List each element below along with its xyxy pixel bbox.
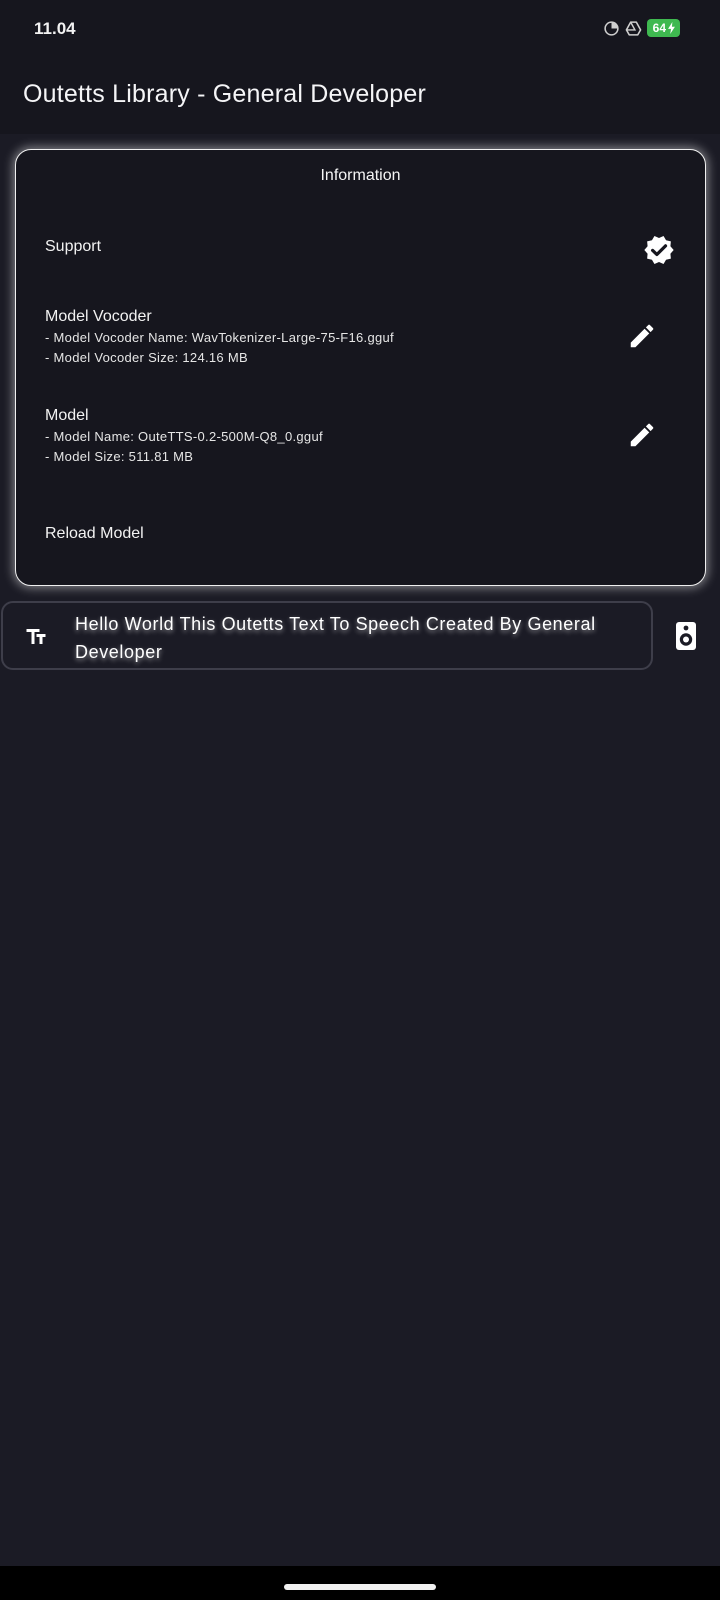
battery-icon: 64 [646,19,680,37]
card-title: Information [320,167,401,184]
text-fields-icon [26,629,46,644]
status-icons: 64 [603,19,680,37]
model-label: Model [45,407,89,424]
reload-model-label: Reload Model [45,525,144,542]
home-handle[interactable] [284,1584,436,1590]
edit-icon[interactable] [627,420,657,450]
timer-icon [603,20,619,36]
model-vocoder-name: - Model Vocoder Name: WavTokenizer-Large… [45,330,394,345]
model-vocoder-size: - Model Vocoder Size: 124.16 MB [45,350,248,365]
drive-icon [625,20,642,36]
speaker-icon[interactable] [675,621,697,651]
app-bar: Outetts Library - General Developer [0,58,720,134]
model-size: - Model Size: 511.81 MB [45,449,194,464]
information-card: Information Support Model Vocoder - Mode… [15,149,706,586]
tts-text-input[interactable]: Hello World This Outetts Text To Speech … [1,601,653,670]
tts-input-value[interactable]: Hello World This Outetts Text To Speech … [75,610,635,666]
battery-level: 64 [652,21,666,35]
status-time: 11.04 [34,19,76,38]
support-row[interactable]: Support [16,220,705,280]
navigation-bar [0,1566,720,1600]
model-name: - Model Name: OuteTTS-0.2-500M-Q8_0.gguf [45,429,323,444]
support-label: Support [45,238,102,255]
app-title: Outetts Library - General Developer [23,80,427,108]
verified-badge-icon[interactable] [643,234,675,266]
model-vocoder-label: Model Vocoder [45,308,152,325]
model-vocoder-row[interactable]: Model Vocoder - Model Vocoder Name: WavT… [16,300,705,380]
status-bar: 11.04 64 [0,0,720,58]
charging-icon [668,22,675,34]
model-row[interactable]: Model - Model Name: OuteTTS-0.2-500M-Q8_… [16,399,705,479]
reload-model-row[interactable]: Reload Model [16,505,705,565]
speak-button[interactable] [671,618,701,654]
edit-icon[interactable] [627,321,657,351]
